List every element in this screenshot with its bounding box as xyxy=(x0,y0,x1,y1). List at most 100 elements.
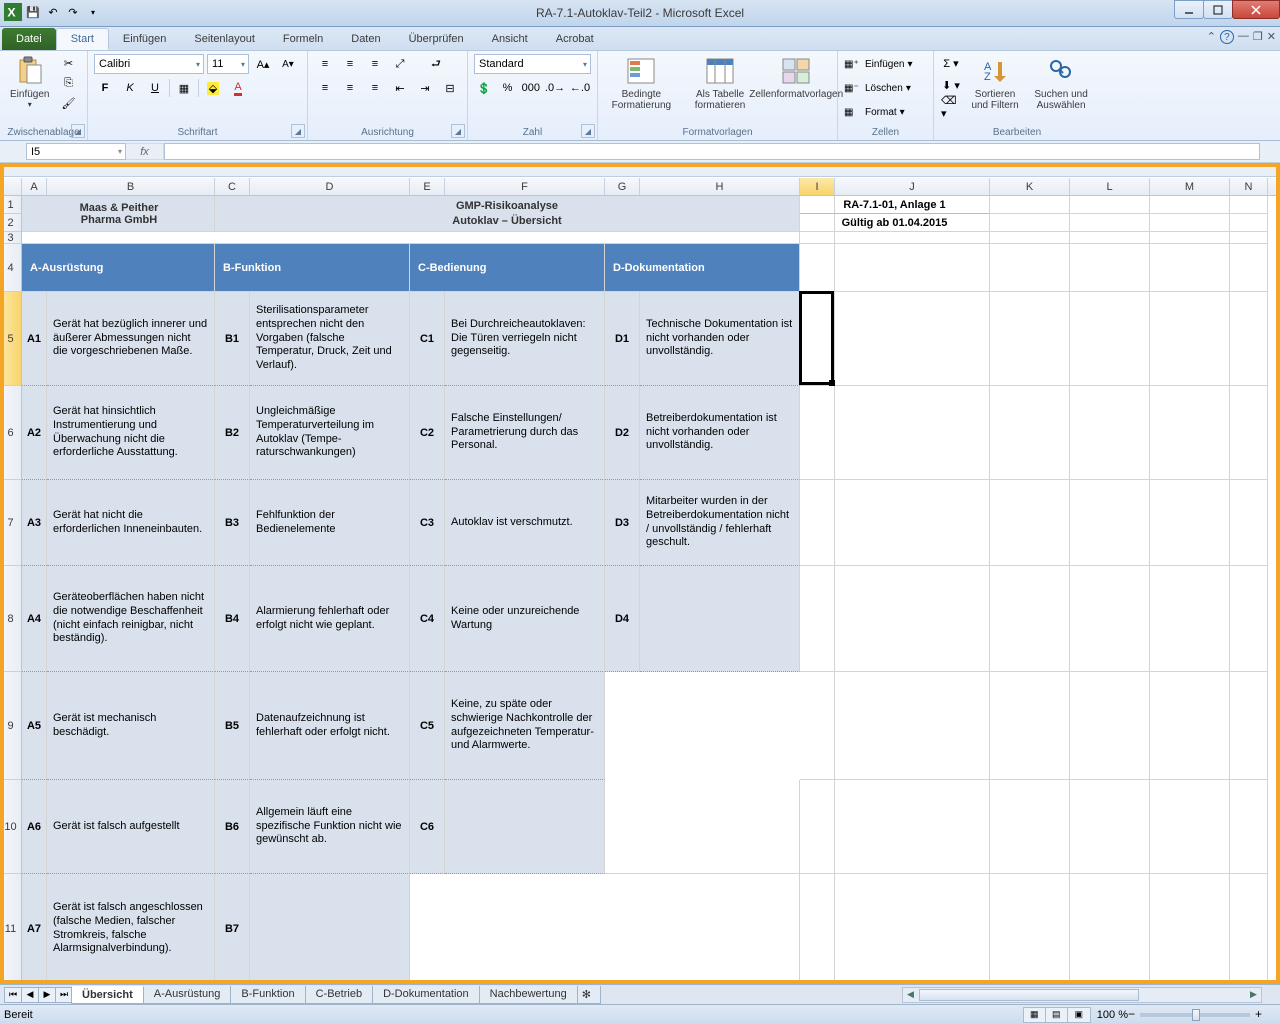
font-color-icon[interactable]: A xyxy=(227,78,249,98)
col-header-B[interactable]: B xyxy=(47,178,215,195)
code-b-2[interactable]: B2 xyxy=(215,386,250,480)
desc-b-6[interactable]: Allgemein läuft eine spezifische Funktio… xyxy=(250,780,410,874)
sheet-tab-b-funktion[interactable]: B-Funktion xyxy=(230,986,305,1004)
ribbon-tab-daten[interactable]: Daten xyxy=(337,28,394,50)
number-format-combo[interactable]: Standard xyxy=(474,54,591,74)
code-b-3[interactable]: B3 xyxy=(215,480,250,566)
mdi-minimize-icon[interactable]: — xyxy=(1238,30,1249,44)
desc-c-2[interactable]: Falsche Einstellungen/ Parametrierung du… xyxy=(445,386,605,480)
code-b-7[interactable]: B7 xyxy=(215,874,250,984)
blank-cd-7[interactable] xyxy=(410,874,800,984)
qat-customize-icon[interactable]: ▾ xyxy=(84,3,102,21)
new-sheet-icon[interactable]: ✻ xyxy=(577,986,601,1004)
desc-b-2[interactable]: Ungleichmäßige Temperaturverteilung im A… xyxy=(250,386,410,480)
code-a-4[interactable]: A4 xyxy=(22,566,47,672)
code-d-3[interactable]: D3 xyxy=(605,480,640,566)
meta2-cell[interactable]: Gültig ab 01.04.2015 xyxy=(800,214,990,232)
sheet-nav-prev-icon[interactable]: ◀ xyxy=(21,987,39,1003)
row-header-8[interactable]: 8 xyxy=(0,566,21,672)
code-d-1[interactable]: D1 xyxy=(605,292,640,386)
ribbon-minimize-icon[interactable]: ⌃ xyxy=(1207,30,1216,44)
col-header-I[interactable]: I xyxy=(800,178,835,195)
desc-c-5[interactable]: Keine, zu späte oder schwierige Nachkont… xyxy=(445,672,605,780)
table-header-1[interactable]: B-Funktion xyxy=(215,244,410,292)
percent-icon[interactable]: % xyxy=(497,78,517,98)
fill-color-icon[interactable]: ⬙ xyxy=(202,78,224,98)
increase-font-icon[interactable]: A▴ xyxy=(252,54,274,74)
row-header-2[interactable]: 2 xyxy=(0,214,21,232)
desc-b-4[interactable]: Alarmierung fehlerhaft oder erfolgt nich… xyxy=(250,566,410,672)
code-b-5[interactable]: B5 xyxy=(215,672,250,780)
close-button[interactable] xyxy=(1232,0,1280,19)
col-header-E[interactable]: E xyxy=(410,178,445,195)
maximize-button[interactable] xyxy=(1203,0,1233,19)
company-cell[interactable]: Maas & PeitherPharma GmbH xyxy=(22,196,215,232)
desc-b-7[interactable] xyxy=(250,874,410,984)
code-c-5[interactable]: C5 xyxy=(410,672,445,780)
fx-icon[interactable]: fx xyxy=(126,143,164,160)
orientation-icon[interactable]: ⤢ xyxy=(389,54,411,74)
redo-icon[interactable]: ↷ xyxy=(64,3,82,21)
desc-b-5[interactable]: Datenaufzeichnung ist fehlerhaft oder er… xyxy=(250,672,410,780)
align-top-icon[interactable]: ≡ xyxy=(314,54,336,74)
meta1-cell[interactable]: RA-7.1-01, Anlage 1 xyxy=(800,196,990,214)
format-cells-button[interactable]: ▦Format ▾ xyxy=(844,101,927,123)
sheet-nav-next-icon[interactable]: ▶ xyxy=(38,987,56,1003)
col-header-K[interactable]: K xyxy=(990,178,1070,195)
desc-a-2[interactable]: Gerät hat hinsichtlich Instrumentierung … xyxy=(47,386,215,480)
col-header-N[interactable]: N xyxy=(1230,178,1268,195)
desc-d-4[interactable] xyxy=(640,566,800,672)
decrease-decimal-icon[interactable]: ←.0 xyxy=(569,78,591,98)
formula-input[interactable] xyxy=(164,143,1260,160)
row-header-3[interactable]: 3 xyxy=(0,232,21,244)
ribbon-tab-ansicht[interactable]: Ansicht xyxy=(478,28,542,50)
autosum-icon[interactable]: Σ ▾ xyxy=(940,53,962,73)
sheet-tab-übersicht[interactable]: Übersicht xyxy=(71,986,144,1004)
table-header-2[interactable]: C-Bedienung xyxy=(410,244,605,292)
normal-view-icon[interactable]: ▦ xyxy=(1024,1008,1046,1022)
copy-icon[interactable]: ⎘ xyxy=(57,73,79,93)
italic-button[interactable]: K xyxy=(119,78,141,98)
code-c-6[interactable]: C6 xyxy=(410,780,445,874)
code-c-3[interactable]: C3 xyxy=(410,480,445,566)
desc-c-4[interactable]: Keine oder unzureichende Wartung xyxy=(445,566,605,672)
blank-d-6[interactable] xyxy=(605,780,800,874)
col-header-A[interactable]: A xyxy=(22,178,47,195)
clipboard-launcher-icon[interactable]: ◢ xyxy=(71,124,85,138)
font-name-combo[interactable]: Calibri xyxy=(94,54,204,74)
select-all-corner[interactable] xyxy=(0,178,22,195)
desc-d-2[interactable]: Betreiberdokumentation ist nicht vorhand… xyxy=(640,386,800,480)
align-bottom-icon[interactable]: ≡ xyxy=(364,54,386,74)
increase-indent-icon[interactable]: ⇥ xyxy=(414,78,436,98)
page-layout-view-icon[interactable]: ▤ xyxy=(1046,1008,1068,1022)
desc-a-4[interactable]: Geräteoberflächen haben nicht die notwen… xyxy=(47,566,215,672)
code-a-6[interactable]: A6 xyxy=(22,780,47,874)
clear-icon[interactable]: ⌫ ▾ xyxy=(940,97,962,117)
file-tab[interactable]: Datei xyxy=(2,28,56,50)
col-header-H[interactable]: H xyxy=(640,178,800,195)
code-b-1[interactable]: B1 xyxy=(215,292,250,386)
code-d-4[interactable]: D4 xyxy=(605,566,640,672)
desc-a-6[interactable]: Gerät ist falsch aufgestellt xyxy=(47,780,215,874)
currency-icon[interactable]: 💲 xyxy=(474,78,494,98)
underline-button[interactable]: U xyxy=(144,78,166,98)
decrease-font-icon[interactable]: A▾ xyxy=(277,54,299,74)
col-header-D[interactable]: D xyxy=(250,178,410,195)
number-launcher-icon[interactable]: ◢ xyxy=(581,124,595,138)
desc-b-1[interactable]: Sterilisationsparameter entsprechen nich… xyxy=(250,292,410,386)
ribbon-tab-einfügen[interactable]: Einfügen xyxy=(109,28,180,50)
insert-cells-button[interactable]: ▦⁺Einfügen ▾ xyxy=(844,53,927,75)
code-a-7[interactable]: A7 xyxy=(22,874,47,984)
ribbon-tab-formeln[interactable]: Formeln xyxy=(269,28,337,50)
desc-d-1[interactable]: Technische Dokumentation ist nicht vorha… xyxy=(640,292,800,386)
code-c-2[interactable]: C2 xyxy=(410,386,445,480)
page-break-view-icon[interactable]: ▣ xyxy=(1068,1008,1090,1022)
row-header-6[interactable]: 6 xyxy=(0,386,21,480)
code-a-5[interactable]: A5 xyxy=(22,672,47,780)
ribbon-tab-überprüfen[interactable]: Überprüfen xyxy=(395,28,478,50)
decrease-indent-icon[interactable]: ⇤ xyxy=(389,78,411,98)
table-header-0[interactable]: A-Ausrüstung xyxy=(22,244,215,292)
name-box[interactable]: I5 xyxy=(26,143,126,160)
sheet-tab-a-ausrüstung[interactable]: A-Ausrüstung xyxy=(143,986,232,1004)
help-icon[interactable]: ? xyxy=(1220,30,1234,44)
